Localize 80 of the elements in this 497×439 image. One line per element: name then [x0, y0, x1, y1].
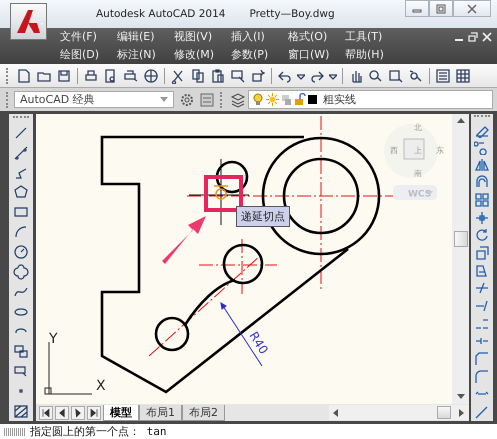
menu-item[interactable]: 格式(O): [288, 29, 345, 44]
new-file-icon[interactable]: [16, 68, 32, 84]
zoom-window-icon[interactable]: [388, 68, 404, 84]
highlight-frame: [204, 175, 243, 212]
menu-item[interactable]: 标注(N): [117, 47, 174, 62]
scroll-down-icon[interactable]: [456, 394, 464, 400]
first-page-icon[interactable]: [39, 406, 53, 420]
maximize-icon: [435, 4, 447, 14]
minimize-button[interactable]: [405, 0, 429, 17]
zoom-previous-icon[interactable]: [408, 68, 424, 84]
close-icon: [466, 4, 478, 14]
construction-line-icon[interactable]: [13, 144, 29, 161]
command-prompt: 指定圆上的第一个点： tan: [30, 424, 166, 439]
cloud-icon[interactable]: [13, 264, 29, 280]
menu-item[interactable]: 绘图(D): [60, 47, 117, 62]
close-button[interactable]: [453, 0, 491, 17]
pointer-arrow: [162, 216, 206, 264]
rotate-icon[interactable]: [474, 227, 490, 244]
menu-item[interactable]: 文件(F): [60, 29, 117, 44]
menu-item[interactable]: 修改(M): [174, 47, 231, 62]
layout-tab[interactable]: 模型: [103, 404, 139, 421]
chamfer-icon[interactable]: [474, 351, 490, 368]
file-name: Pretty—Boy.dwg: [249, 8, 335, 20]
globe-icon[interactable]: [143, 68, 159, 84]
hatch-icon[interactable]: [13, 403, 29, 420]
maximize-button[interactable]: [429, 0, 453, 17]
menu-item[interactable]: 插入(I): [231, 29, 288, 44]
scroll-left-icon[interactable]: [333, 408, 339, 417]
mirror-icon[interactable]: [474, 156, 490, 173]
move-icon[interactable]: [474, 210, 490, 226]
unlocked-padlock-icon: [294, 93, 306, 106]
window-title: Autodesk AutoCAD 2014: [96, 8, 226, 20]
menu-item[interactable]: 视图(V): [174, 29, 231, 44]
scale-icon[interactable]: [474, 245, 490, 262]
menu-item[interactable]: 帮助(H): [345, 47, 402, 62]
scroll-right-icon[interactable]: [459, 408, 465, 417]
menu-item[interactable]: 编辑(E): [117, 29, 174, 44]
fillet-icon[interactable]: [474, 368, 490, 385]
compass-south-label: 南: [414, 169, 422, 178]
menu-item[interactable]: 参数(P): [231, 47, 288, 62]
menu-item[interactable]: 窗口(W): [288, 47, 345, 62]
insert-block-icon[interactable]: [13, 343, 29, 360]
line-icon[interactable]: [13, 124, 29, 141]
menu-item[interactable]: 工具(T): [345, 29, 402, 44]
clipboard-icon[interactable]: [210, 68, 226, 84]
compass-north-label: 北: [414, 123, 422, 132]
lightbulb-icon: [252, 92, 264, 107]
zoom-icon[interactable]: [368, 68, 384, 84]
caret-icon: [160, 96, 168, 103]
restore-icon[interactable]: [468, 32, 478, 42]
close-icon[interactable]: [482, 32, 492, 42]
properties-icon[interactable]: [435, 68, 451, 84]
app-menu-button[interactable]: [10, 3, 47, 40]
grid-panel-icon[interactable]: [455, 68, 471, 84]
workspace-dropdown[interactable]: AutoCAD 经典: [14, 91, 174, 108]
array-icon[interactable]: [474, 192, 490, 208]
last-page-icon[interactable]: [87, 406, 101, 420]
scroll-up-icon[interactable]: [456, 118, 464, 124]
copy-icon[interactable]: [190, 68, 206, 84]
tooltip: 递延切点: [236, 206, 290, 228]
scrollbar-thumb[interactable]: [437, 406, 451, 420]
tangent-marker-icon: [213, 185, 229, 200]
y-axis-label: Y: [49, 331, 58, 348]
workspace-icon[interactable]: [199, 92, 215, 108]
next-page-icon[interactable]: [71, 406, 85, 420]
x-axis-label: X: [96, 378, 106, 394]
layout-tab[interactable]: 布局1: [139, 404, 182, 421]
compass-west-label: 西: [390, 146, 398, 156]
gear-icon[interactable]: [179, 92, 195, 108]
layout-tab[interactable]: 布局2: [182, 404, 225, 421]
pentagon-icon[interactable]: [13, 184, 29, 200]
layers-icon[interactable]: [230, 92, 246, 108]
sun-icon: [266, 93, 279, 106]
grip-handle[interactable]: [4, 428, 26, 436]
color-swatch: [308, 95, 317, 104]
layer-dropdown[interactable]: 粗实线: [248, 90, 493, 110]
scrollbar-thumb[interactable]: [454, 231, 468, 248]
ucs-axes-icon: [44, 342, 92, 395]
compass-east-label: 东: [436, 146, 444, 156]
previous-page-icon[interactable]: [55, 406, 69, 420]
